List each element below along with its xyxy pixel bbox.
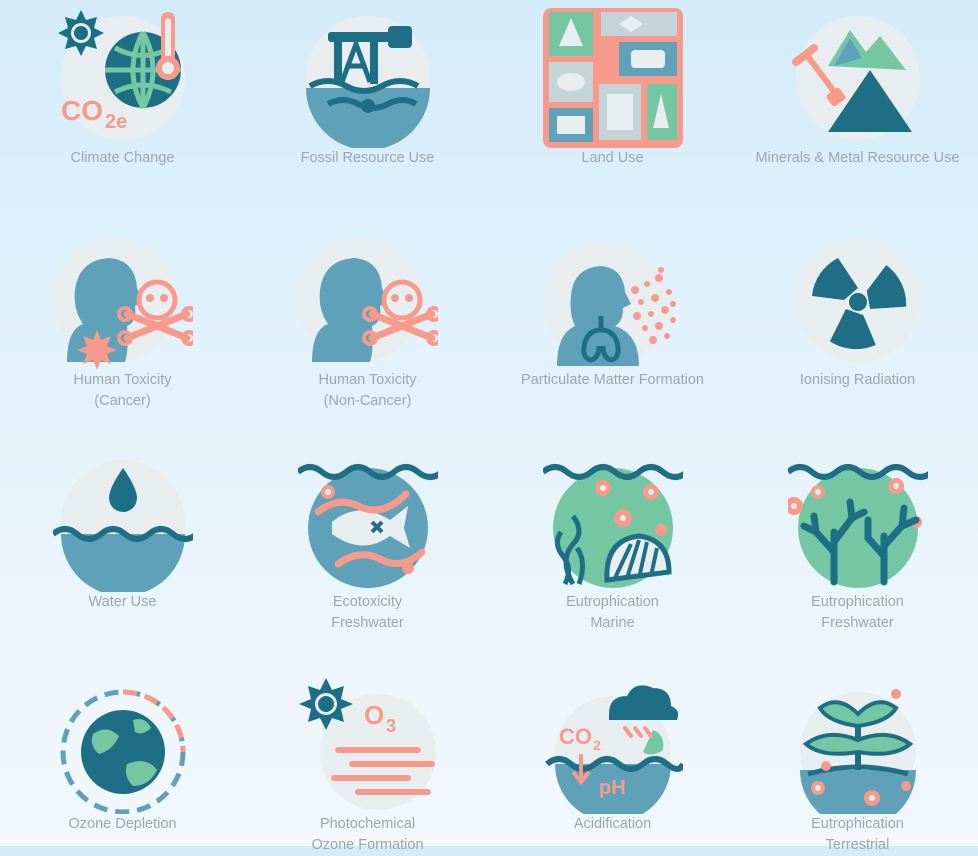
category-eutrophication-marine[interactable]: Eutrophication Marine: [490, 444, 735, 666]
terrestrial-plant-icon: [788, 674, 928, 814]
impact-category-grid: CO 2e Climate Change Fossil Resource Use…: [0, 0, 978, 853]
label-line-1: Particulate Matter Formation: [521, 372, 704, 388]
label-line-1: Eutrophication: [566, 594, 659, 610]
category-particulate-matter[interactable]: Particulate Matter Formation: [490, 222, 735, 444]
label-line-2: Marine: [590, 615, 635, 631]
category-eutrophication-freshwater[interactable]: Eutrophication Freshwater: [735, 444, 978, 666]
label-line-1: Acidification: [573, 816, 652, 832]
radiation-icon: [788, 230, 928, 370]
category-label: Eutrophication Marine: [490, 592, 735, 634]
svg-text:CO: CO: [61, 95, 103, 126]
label-line-2: Freshwater: [331, 615, 404, 631]
fish-icon: [297, 452, 438, 592]
svg-text:O: O: [364, 700, 384, 730]
category-label: Land Use: [490, 148, 735, 169]
svg-text:3: 3: [386, 716, 396, 736]
category-ozone-depletion[interactable]: Ozone Depletion: [0, 666, 245, 846]
sun-ozone-icon: O 3: [298, 674, 438, 814]
svg-text:pH: pH: [599, 777, 626, 799]
label-line-1: Ionising Radiation: [799, 372, 916, 388]
label-line-1: Water Use: [88, 594, 157, 610]
label-line-1: Minerals & Metal Resource Use: [755, 150, 960, 166]
category-photochemical-ozone[interactable]: O 3 Photochemical Ozone Formation: [245, 666, 490, 853]
category-ionising-radiation[interactable]: Ionising Radiation: [735, 222, 978, 444]
category-label: Human Toxicity (Non-Cancer): [245, 370, 490, 412]
water-drop-icon: [52, 452, 193, 592]
label-line-2: (Non-Cancer): [323, 393, 412, 409]
svg-text:2e: 2e: [105, 111, 127, 133]
category-label: Eutrophication Freshwater: [735, 592, 978, 634]
label-line-1: Human Toxicity: [73, 372, 172, 388]
category-label: Particulate Matter Formation: [490, 370, 735, 391]
category-human-toxicity-non-cancer[interactable]: Human Toxicity (Non-Cancer): [245, 222, 490, 444]
category-label: Minerals & Metal Resource Use: [735, 148, 978, 169]
category-acidification[interactable]: CO 2 pH Acidification: [490, 666, 735, 846]
label-line-2: (Cancer): [94, 393, 151, 409]
human-toxicity-cancer-icon: [52, 230, 193, 370]
human-toxicity-non-cancer-icon: [297, 230, 438, 370]
category-label: Climate Change: [0, 148, 245, 169]
label-line-1: Ozone Depletion: [68, 816, 177, 832]
category-human-toxicity-cancer[interactable]: Human Toxicity (Cancer): [0, 222, 245, 444]
category-label: Photochemical Ozone Formation: [245, 814, 490, 856]
category-label: Ionising Radiation: [735, 370, 978, 391]
globe-ozone-icon: [53, 674, 193, 814]
svg-text:2: 2: [593, 737, 601, 753]
category-eutrophication-terrestrial[interactable]: Eutrophication Terrestrial: [735, 666, 978, 853]
category-land-use[interactable]: Land Use: [490, 0, 735, 222]
label-line-1: Land Use: [581, 150, 644, 166]
label-line-1: Ecotoxicity: [332, 594, 403, 610]
category-label: Human Toxicity (Cancer): [0, 370, 245, 412]
category-ecotoxicity-freshwater[interactable]: Ecotoxicity Freshwater: [245, 444, 490, 666]
category-label: Water Use: [0, 592, 245, 613]
svg-text:CO: CO: [559, 724, 592, 749]
freshwater-coral-icon: [787, 452, 928, 592]
label-line-1: Photochemical: [319, 816, 416, 832]
land-use-icon: [542, 8, 683, 148]
category-minerals-metal[interactable]: Minerals & Metal Resource Use: [735, 0, 978, 222]
category-climate-change[interactable]: CO 2e Climate Change: [0, 0, 245, 222]
label-line-1: Eutrophication: [811, 816, 904, 832]
category-label: Acidification: [490, 814, 735, 835]
label-line-1: Eutrophication: [811, 594, 904, 610]
marine-shell-icon: [542, 452, 683, 592]
category-water-use[interactable]: Water Use: [0, 444, 245, 666]
minerals-metal-icon: [788, 8, 928, 148]
fossil-resource-use-icon: [298, 8, 438, 148]
particulate-matter-icon: [542, 230, 683, 370]
category-label: Eutrophication Terrestrial: [735, 814, 978, 856]
label-line-1: Human Toxicity: [318, 372, 417, 388]
category-label: Fossil Resource Use: [245, 148, 490, 169]
category-fossil-resource-use[interactable]: Fossil Resource Use: [245, 0, 490, 222]
category-label: Ecotoxicity Freshwater: [245, 592, 490, 634]
climate-change-icon: CO 2e: [53, 8, 193, 148]
cloud-ph-icon: CO 2 pH: [543, 674, 683, 814]
category-label: Ozone Depletion: [0, 814, 245, 835]
label-line-2: Freshwater: [821, 615, 894, 631]
label-line-1: Fossil Resource Use: [300, 150, 435, 166]
label-line-1: Climate Change: [70, 150, 175, 166]
